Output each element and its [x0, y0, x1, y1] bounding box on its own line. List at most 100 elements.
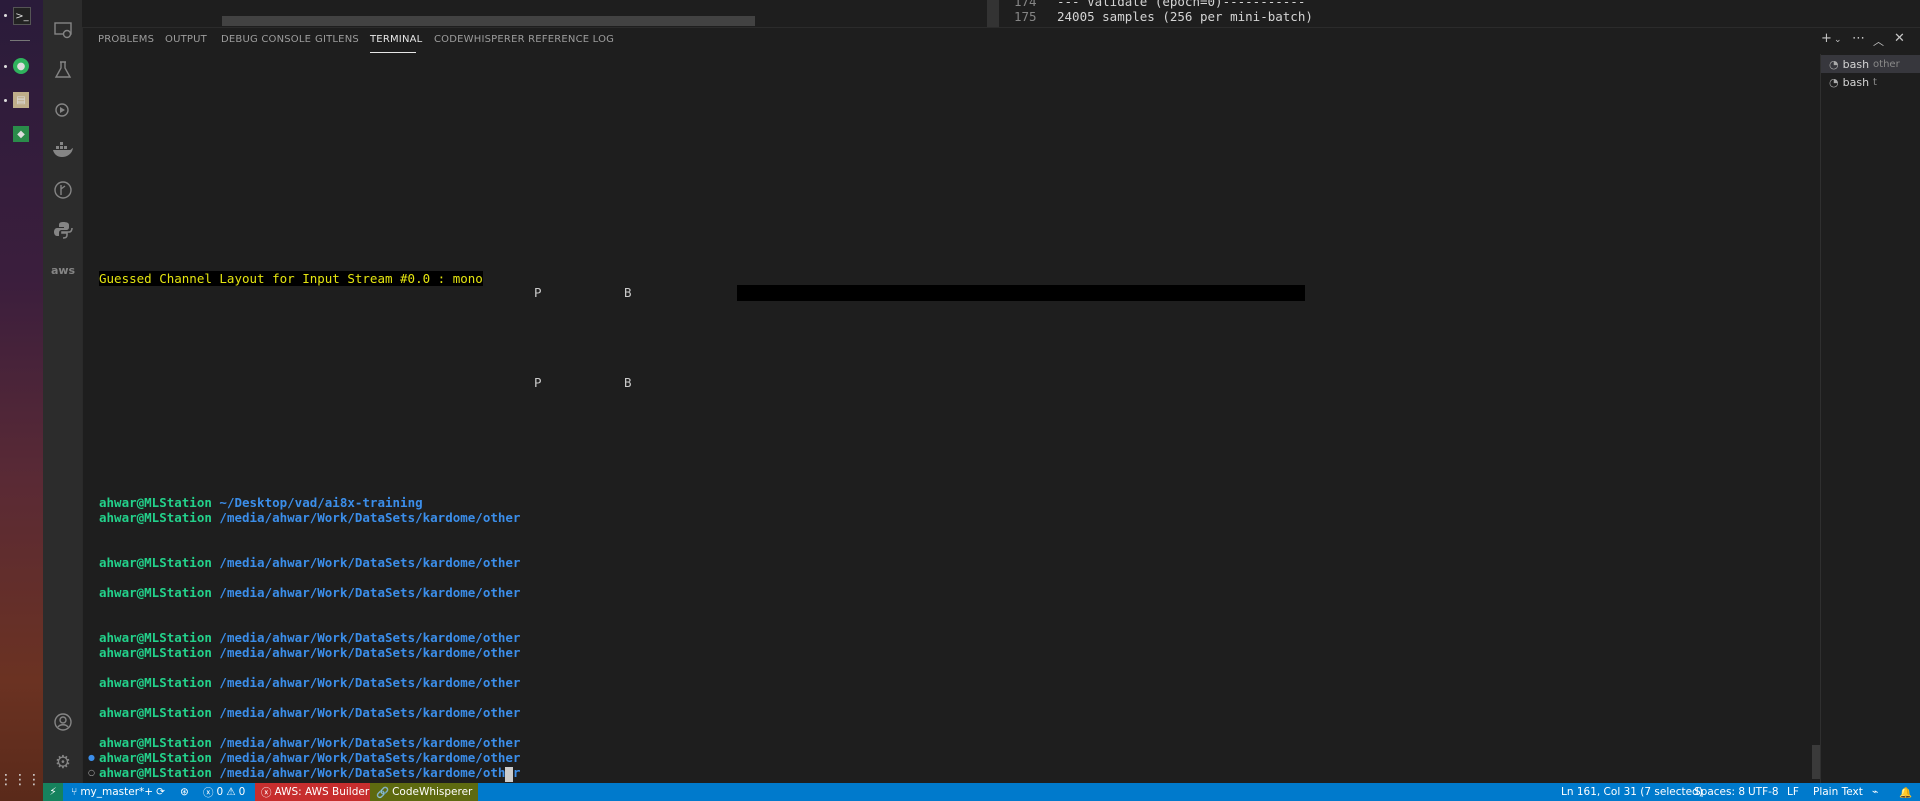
- git-branch-icon: ⑂: [71, 786, 78, 798]
- tab-problems[interactable]: PROBLEMS: [98, 34, 154, 45]
- show-apps-icon[interactable]: ⋮⋮⋮: [0, 772, 41, 788]
- port-forward-icon[interactable]: ⊛: [180, 783, 189, 801]
- terminal-prompt-line: ahwar@MLStation ~/Desktop/vad/ai8x-train…: [99, 495, 423, 510]
- running-indicator: [4, 14, 7, 17]
- terminal-tabs-list: ◔ bash other ◔ bash t: [1820, 54, 1920, 783]
- account-icon[interactable]: [51, 710, 75, 734]
- editor-split-divider: [987, 0, 999, 27]
- dock-separator: [10, 40, 30, 41]
- prompt-user: ahwar@MLStation: [99, 630, 212, 645]
- docker-icon[interactable]: [51, 138, 75, 162]
- terminal-prompt-line: ahwar@MLStation /media/ahwar/Work/DataSe…: [99, 735, 520, 750]
- eol-status[interactable]: LF: [1787, 783, 1799, 801]
- language-mode[interactable]: Plain Text: [1813, 783, 1863, 801]
- warning-count: 0: [238, 786, 246, 798]
- terminal-tab-name: bash: [1842, 75, 1870, 89]
- active-tab-indicator: [370, 52, 416, 53]
- remote-indicator-icon[interactable]: ⚡: [43, 783, 63, 801]
- prompt-user: ahwar@MLStation: [99, 705, 212, 720]
- tab-codewhisperer-reference-log[interactable]: CODEWHISPERER REFERENCE LOG: [434, 34, 614, 45]
- terminal-tab-name: bash: [1842, 57, 1870, 71]
- cursor-position[interactable]: Ln 161, Col 31 (7 selected): [1561, 783, 1703, 801]
- line-number: 174: [1014, 0, 1037, 9]
- tab-output[interactable]: OUTPUT: [165, 34, 207, 45]
- prompt-path: /media/ahwar/Work/DataSets/kardome/other: [219, 630, 521, 645]
- progress-bar-background: [737, 285, 1305, 301]
- terminal-prompt-line: ahwar@MLStation /media/ahwar/Work/DataSe…: [99, 750, 520, 765]
- prompt-user: ahwar@MLStation: [99, 645, 212, 660]
- editor-horizontal-scrollbar[interactable]: [222, 16, 755, 26]
- terminal-tab-bash[interactable]: ◔ bash t: [1821, 73, 1920, 91]
- prompt-user: ahwar@MLStation: [99, 765, 212, 780]
- sync-icon: ⟳: [156, 786, 165, 798]
- prompt-user: ahwar@MLStation: [99, 675, 212, 690]
- maximize-panel-icon[interactable]: ︿: [1873, 33, 1884, 49]
- chevron-down-icon[interactable]: ⌄: [1834, 35, 1842, 45]
- terminal-app-icon[interactable]: >_: [13, 7, 31, 25]
- branch-status[interactable]: ⑂ my_master*+ ⟳: [71, 783, 165, 801]
- prompt-user: ahwar@MLStation: [99, 585, 212, 600]
- prompt-path: /media/ahwar/Work/DataSets/kardome/other: [219, 765, 521, 780]
- prompt-path: /media/ahwar/Work/DataSets/kardome/other: [219, 750, 521, 765]
- activity-bar: aws ⚙: [43, 0, 83, 783]
- settings-gear-icon[interactable]: ⚙: [51, 750, 75, 774]
- prompt-path: /media/ahwar/Work/DataSets/kardome/other: [219, 510, 521, 525]
- terminal-prompt-line: ahwar@MLStation /media/ahwar/Work/DataSe…: [99, 705, 520, 720]
- progress-letter: B: [624, 285, 632, 300]
- prompt-user: ahwar@MLStation: [99, 750, 212, 765]
- terminal-prompt-line: ahwar@MLStation /media/ahwar/Work/DataSe…: [99, 645, 520, 660]
- terminal-prompt-line: ahwar@MLStation /media/ahwar/Work/DataSe…: [99, 510, 520, 525]
- python-icon[interactable]: [51, 218, 75, 242]
- prompt-path: ~/Desktop/vad/ai8x-training: [219, 495, 423, 510]
- codewhisperer-status[interactable]: 🔗 CodeWhisperer: [370, 783, 479, 801]
- branch-name: my_master*+: [80, 786, 154, 798]
- more-actions-icon[interactable]: ⋯: [1852, 31, 1865, 46]
- terminal-view[interactable]: Guessed Channel Layout for Input Stream …: [82, 54, 1819, 783]
- prompt-path: /media/ahwar/Work/DataSets/kardome/other: [219, 705, 521, 720]
- git-graph-icon[interactable]: [51, 178, 75, 202]
- prompt-user: ahwar@MLStation: [99, 510, 212, 525]
- error-icon: ⓧ: [203, 786, 214, 799]
- terminal-prompt-line: ahwar@MLStation /media/ahwar/Work/DataSe…: [99, 630, 520, 645]
- progress-letter: P: [534, 285, 542, 300]
- run-debug-icon[interactable]: [51, 98, 75, 122]
- progress-letter: B: [624, 375, 632, 390]
- running-indicator: [4, 99, 7, 102]
- notifications-bell-icon[interactable]: 🔔: [1899, 783, 1912, 801]
- aws-icon[interactable]: aws: [51, 258, 75, 282]
- command-decoration-icon[interactable]: ●: [88, 753, 95, 762]
- prompt-path: /media/ahwar/Work/DataSets/kardome/other: [219, 645, 521, 660]
- tab-gitlens[interactable]: GITLENS: [315, 34, 359, 45]
- tab-terminal[interactable]: TERMINAL: [370, 34, 422, 45]
- status-bar: ⚡ ⑂ my_master*+ ⟳ ⊛ ⓧ 0 ⚠ 0 ⓧ AWS: AWS B…: [43, 783, 1920, 801]
- testing-beaker-icon[interactable]: [51, 58, 75, 82]
- files-app-icon[interactable]: ▤: [13, 92, 29, 108]
- indentation-status[interactable]: Spaces: 8: [1694, 783, 1745, 801]
- terminal-prompt-line: ahwar@MLStation /media/ahwar/Work/DataSe…: [99, 765, 520, 780]
- prompt-path: /media/ahwar/Work/DataSets/kardome/other: [219, 585, 521, 600]
- tab-debug-console[interactable]: DEBUG CONSOLE: [221, 34, 311, 45]
- terminal-tab-detail: t: [1873, 76, 1877, 88]
- vscode-app-icon[interactable]: ◆: [13, 126, 29, 142]
- terminal-tab-bash[interactable]: ◔ bash other: [1821, 55, 1920, 73]
- remote-explorer-icon[interactable]: [51, 18, 75, 42]
- problems-status[interactable]: ⓧ 0 ⚠ 0: [203, 783, 245, 801]
- code-line: 24005 samples (256 per mini-batch): [1057, 9, 1313, 24]
- new-terminal-icon[interactable]: +: [1821, 31, 1832, 46]
- editor-area: 174 --- Validate (epoch=0)----------- 17…: [82, 0, 1920, 28]
- line-number: 175: [1014, 9, 1037, 24]
- encoding-status[interactable]: UTF-8: [1748, 783, 1779, 801]
- error-icon: ⓧ: [261, 786, 272, 799]
- terminal-tab-detail: other: [1873, 58, 1900, 70]
- warning-icon: ⚠: [226, 786, 236, 798]
- prompt-user: ahwar@MLStation: [99, 495, 212, 510]
- close-panel-icon[interactable]: ✕: [1894, 31, 1905, 46]
- error-count: 0: [216, 786, 224, 798]
- terminal-warning-line: Guessed Channel Layout for Input Stream …: [99, 271, 483, 286]
- terminal-prompt-line: ahwar@MLStation /media/ahwar/Work/DataSe…: [99, 675, 520, 690]
- broadcast-icon[interactable]: ⌁: [1872, 783, 1878, 801]
- command-decoration-icon[interactable]: ○: [88, 768, 95, 777]
- chrome-app-icon[interactable]: ●: [13, 58, 29, 74]
- running-indicator: [4, 65, 7, 68]
- terminal-icon: ◔: [1829, 75, 1839, 89]
